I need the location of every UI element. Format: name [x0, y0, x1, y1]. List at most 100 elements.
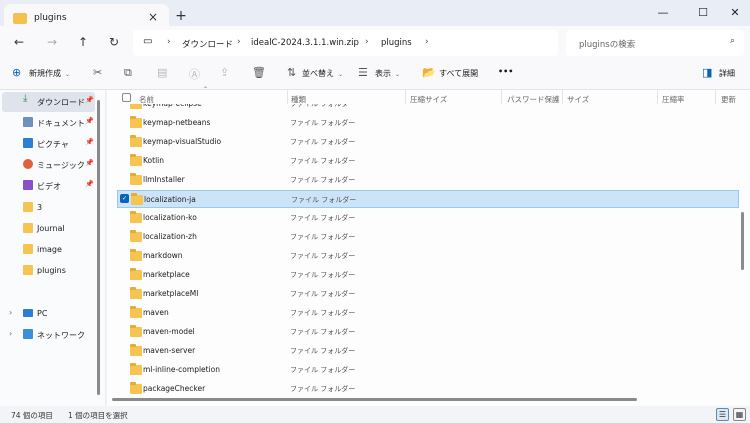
file-type: ファイル フォルダー — [290, 119, 356, 127]
table-row[interactable]: keymap-visualStudio ファイル フォルダー — [117, 133, 739, 151]
table-row[interactable]: llmInstaller ファイル フォルダー — [117, 171, 739, 189]
breadcrumb-plugins[interactable]: plugins — [381, 38, 412, 48]
sidebar-item-journal[interactable]: Journal — [2, 219, 95, 239]
folder-icon — [13, 13, 27, 24]
file-type: ファイル フォルダー — [291, 196, 357, 204]
plus-icon: ⊕ — [12, 66, 22, 79]
file-name: maven — [143, 308, 169, 317]
breadcrumb-downloads[interactable]: ダウンロード — [182, 38, 233, 50]
search-box[interactable]: pluginsの検索 ⌕ — [566, 30, 744, 56]
sidebar-item-music[interactable]: ミュージック 📌 — [2, 155, 95, 175]
table-row[interactable]: keymap-netbeans ファイル フォルダー — [117, 114, 739, 132]
vertical-scrollbar[interactable] — [741, 212, 744, 270]
column-divider[interactable] — [657, 90, 658, 104]
search-input[interactable]: pluginsの検索 — [579, 38, 635, 50]
maximize-button[interactable]: ☐ — [688, 3, 718, 23]
column-divider[interactable] — [501, 90, 502, 104]
status-bar: 74 個の項目 1 個の項目を選択 ☰ ▦ — [0, 406, 750, 423]
sidebar-item-3[interactable]: 3 — [2, 198, 95, 218]
refresh-button[interactable]: ↻ — [104, 35, 124, 49]
sidebar-scrollbar[interactable] — [97, 100, 100, 395]
chevron-down-icon: ⌄ — [395, 71, 401, 78]
view-button[interactable]: 表示 ⌄ — [375, 68, 400, 79]
new-button[interactable]: 新規作成 ⌄ — [29, 68, 70, 79]
table-row[interactable]: marketplaceMl ファイル フォルダー — [117, 285, 739, 303]
sidebar-item-videos[interactable]: ビデオ 📌 — [2, 176, 95, 196]
more-options-button[interactable]: ••• — [498, 67, 513, 76]
rename-icon[interactable]: Ⓐ — [189, 66, 200, 82]
file-name: localization-ko — [143, 213, 197, 222]
details-view-button[interactable]: ☰ — [716, 408, 729, 421]
cut-icon[interactable]: ✂ — [93, 66, 102, 79]
share-icon[interactable]: ⇪ — [220, 66, 229, 79]
delete-icon[interactable]: 🗑 — [252, 66, 266, 79]
table-row[interactable]: maven-model ファイル フォルダー — [117, 323, 739, 341]
sidebar-item-network[interactable]: › ネットワーク — [2, 325, 95, 345]
address-bar[interactable]: ▭ › ダウンロード › idealC-2024.3.1.1.win.zip ›… — [133, 30, 558, 56]
file-type: ファイル フォルダー — [290, 233, 356, 241]
up-button[interactable]: ↑ — [73, 35, 93, 49]
back-button[interactable]: ← — [9, 35, 29, 49]
file-name: markdown — [143, 251, 183, 260]
chevron-right-icon: › — [365, 37, 369, 47]
expand-all-button[interactable]: すべて展開 — [439, 68, 478, 79]
rows-container: keymap-eclipse ファイル フォルダー keymap-netbeans フ… — [107, 104, 750, 394]
new-tab-button[interactable]: + — [172, 8, 190, 24]
table-row[interactable]: maven-server ファイル フォルダー — [117, 342, 739, 360]
sidebar-item-pictures[interactable]: ピクチャ 📌 — [2, 134, 95, 154]
table-row[interactable]: packageChecker ファイル フォルダー — [117, 380, 739, 394]
table-row[interactable]: localization-ko ファイル フォルダー — [117, 209, 739, 227]
breadcrumb-zip[interactable]: idealC-2024.3.1.1.win.zip — [251, 38, 359, 48]
copy-icon[interactable]: ⧉ — [124, 66, 132, 80]
tiles-view-button[interactable]: ▦ — [733, 408, 746, 421]
table-row[interactable]: localization-zh ファイル フォルダー — [117, 228, 739, 246]
sort-button[interactable]: 並べ替え ⌄ — [302, 68, 343, 79]
file-name: localization-ja — [144, 195, 196, 204]
file-type: ファイル フォルダー — [290, 138, 356, 146]
tab-close-button[interactable]: × — [148, 10, 158, 24]
row-checkbox[interactable]: ✓ — [120, 194, 129, 203]
sidebar-item-plugins[interactable]: plugins — [2, 261, 95, 281]
chevron-right-icon[interactable]: › — [9, 308, 12, 317]
selection-count: 1 個の項目を選択 — [68, 411, 128, 420]
column-divider[interactable] — [562, 90, 563, 104]
column-divider[interactable] — [405, 90, 406, 104]
sidebar-item-documents[interactable]: ドキュメント 📌 — [2, 113, 95, 133]
column-divider[interactable] — [715, 90, 716, 104]
folder-icon — [130, 116, 142, 128]
picture-icon — [23, 138, 33, 148]
file-name: keymap-eclipse — [143, 104, 202, 108]
details-button[interactable]: 詳細 — [719, 68, 735, 79]
forward-button[interactable]: → — [42, 35, 62, 49]
file-list: 名前 ⌃ 種類 圧縮サイズ パスワード保護 サイズ 圧縮率 更新 keymap-… — [107, 86, 750, 406]
select-all-checkbox[interactable] — [122, 93, 131, 102]
file-type: ファイル フォルダー — [290, 176, 356, 184]
download-icon: ⤓ — [23, 93, 28, 104]
navigation-pane: ⤓ ダウンロード 📌 ドキュメント 📌 ピクチャ 📌 ミュージック 📌 ビデオ … — [0, 90, 106, 406]
file-name: maven-model — [143, 327, 195, 336]
table-row[interactable]: ml-inline-completion ファイル フォルダー — [117, 361, 739, 379]
sidebar-item-label: 3 — [37, 203, 43, 212]
column-header-row: 名前 ⌃ 種類 圧縮サイズ パスワード保護 サイズ 圧縮率 更新 — [107, 86, 750, 104]
sidebar-item-downloads[interactable]: ⤓ ダウンロード 📌 — [2, 92, 95, 112]
chevron-right-icon[interactable]: › — [9, 329, 12, 338]
table-row[interactable]: keymap-eclipse ファイル フォルダー — [117, 104, 739, 113]
file-type: ファイル フォルダー — [290, 214, 356, 222]
sidebar-item-pc[interactable]: › PC — [2, 304, 95, 324]
table-row[interactable]: marketplace ファイル フォルダー — [117, 266, 739, 284]
pc-icon: ▭ — [143, 36, 153, 47]
paste-icon[interactable]: ▤ — [157, 66, 167, 79]
sort-icon: ⇅ — [287, 66, 297, 79]
table-row[interactable]: maven ファイル フォルダー — [117, 304, 739, 322]
column-divider[interactable] — [287, 90, 288, 104]
close-window-button[interactable]: ✕ — [720, 3, 750, 23]
horizontal-scrollbar[interactable] — [112, 398, 637, 401]
sidebar-item-image[interactable]: image — [2, 240, 95, 260]
table-row[interactable]: ✓ localization-ja ファイル フォルダー — [117, 190, 739, 208]
minimize-button[interactable]: — — [648, 3, 678, 23]
table-row[interactable]: Kotlin ファイル フォルダー — [117, 152, 739, 170]
folder-icon — [23, 265, 33, 275]
item-count: 74 個の項目 — [11, 411, 53, 420]
table-row[interactable]: markdown ファイル フォルダー — [117, 247, 739, 265]
file-type: ファイル フォルダー — [290, 104, 356, 108]
